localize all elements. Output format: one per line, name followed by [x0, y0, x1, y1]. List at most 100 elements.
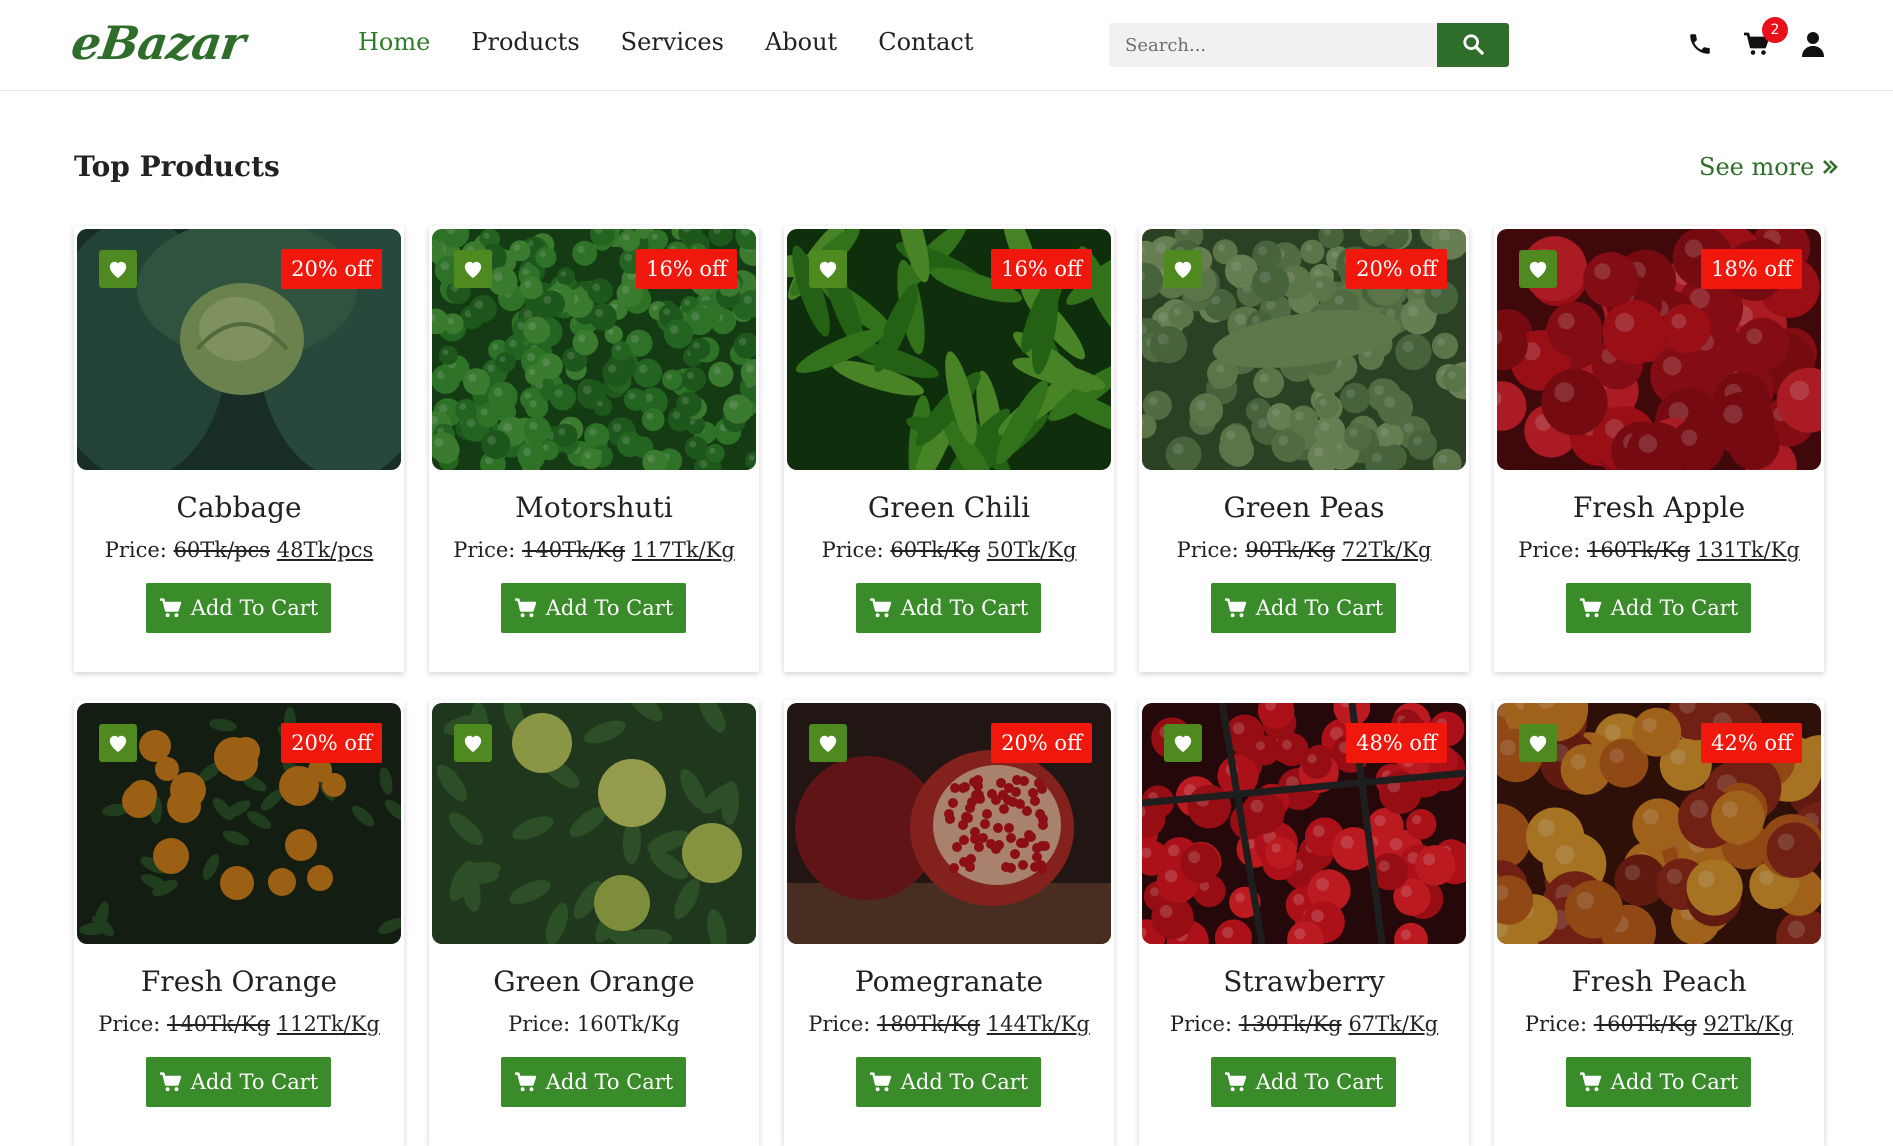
heart-icon: [107, 259, 129, 279]
price-label: Price:: [104, 538, 167, 562]
product-card[interactable]: 20% off Cabbage Price: 60Tk/pcs 48Tk/pcs…: [74, 226, 404, 672]
add-to-cart-label: Add To Cart: [190, 596, 319, 620]
product-image[interactable]: 48% off: [1142, 703, 1466, 944]
nav-about[interactable]: About: [765, 28, 837, 56]
add-to-cart-label: Add To Cart: [1610, 596, 1739, 620]
old-price: 90Tk/Kg: [1245, 538, 1336, 562]
search-button[interactable]: [1437, 23, 1509, 67]
wishlist-button[interactable]: [99, 250, 137, 288]
product-image[interactable]: 20% off: [77, 703, 401, 944]
product-price: Price: 140Tk/Kg 117Tk/Kg: [429, 538, 759, 562]
old-price: 140Tk/Kg: [167, 1012, 271, 1036]
wishlist-button[interactable]: [809, 250, 847, 288]
wishlist-button[interactable]: [1519, 250, 1557, 288]
product-image[interactable]: 20% off: [77, 229, 401, 470]
product-image[interactable]: 18% off: [1497, 229, 1821, 470]
product-name: Cabbage: [176, 491, 302, 524]
nav-products[interactable]: Products: [471, 28, 579, 56]
heart-icon: [1527, 733, 1549, 753]
section-title: Top Products: [74, 150, 280, 183]
search-icon: [1462, 33, 1484, 58]
cart-icon: [159, 1071, 183, 1093]
new-price: 117Tk/Kg: [631, 538, 735, 562]
wishlist-button[interactable]: [1519, 724, 1557, 762]
discount-badge: 20% off: [281, 723, 382, 763]
product-price: Price: 60Tk/pcs 48Tk/pcs: [74, 538, 404, 562]
new-price: 92Tk/Kg: [1703, 1012, 1794, 1036]
add-to-cart-button[interactable]: Add To Cart: [856, 583, 1041, 633]
product-image[interactable]: 20% off: [787, 703, 1111, 944]
cart-icon: [514, 1071, 538, 1093]
add-to-cart-button[interactable]: Add To Cart: [501, 583, 686, 633]
new-price: 48Tk/pcs: [276, 538, 374, 562]
new-price: 144Tk/Kg: [986, 1012, 1090, 1036]
price-label: Price:: [98, 1012, 161, 1036]
add-to-cart-button[interactable]: Add To Cart: [501, 1057, 686, 1107]
product-price: Price: 130Tk/Kg 67Tk/Kg: [1139, 1012, 1469, 1036]
add-to-cart-label: Add To Cart: [1255, 1070, 1384, 1094]
new-price: 112Tk/Kg: [276, 1012, 380, 1036]
wishlist-button[interactable]: [454, 724, 492, 762]
product-card[interactable]: 20% off Green Peas Price: 90Tk/Kg 72Tk/K…: [1139, 226, 1469, 672]
phone-icon[interactable]: [1686, 30, 1714, 58]
add-to-cart-button[interactable]: Add To Cart: [856, 1057, 1041, 1107]
product-image[interactable]: 20% off: [1142, 229, 1466, 470]
product-card[interactable]: 18% off Fresh Apple Price: 160Tk/Kg 131T…: [1494, 226, 1824, 672]
add-to-cart-button[interactable]: Add To Cart: [146, 1057, 331, 1107]
see-more-link[interactable]: See more: [1699, 153, 1839, 181]
nav-contact[interactable]: Contact: [878, 28, 973, 56]
price: 160Tk/Kg: [576, 1012, 680, 1036]
product-name: Fresh Apple: [1572, 491, 1746, 524]
new-price: 67Tk/Kg: [1348, 1012, 1439, 1036]
old-price: 160Tk/Kg: [1593, 1012, 1697, 1036]
product-card[interactable]: 16% off Green Chili Price: 60Tk/Kg 50Tk/…: [784, 226, 1114, 672]
add-to-cart-button[interactable]: Add To Cart: [1566, 583, 1751, 633]
product-card[interactable]: 16% off Motorshuti Price: 140Tk/Kg 117Tk…: [429, 226, 759, 672]
heart-icon: [817, 259, 839, 279]
nav-home[interactable]: Home: [358, 28, 430, 56]
add-to-cart-label: Add To Cart: [900, 1070, 1029, 1094]
product-name: Green Peas: [1223, 491, 1385, 524]
wishlist-button[interactable]: [809, 724, 847, 762]
product-card[interactable]: 20% off Fresh Orange Price: 140Tk/Kg 112…: [74, 700, 404, 1146]
add-to-cart-button[interactable]: Add To Cart: [1566, 1057, 1751, 1107]
add-to-cart-button[interactable]: Add To Cart: [1211, 583, 1396, 633]
product-name: Pomegranate: [854, 965, 1044, 998]
product-price: Price: 160Tk/Kg 131Tk/Kg: [1494, 538, 1824, 562]
wishlist-button[interactable]: [99, 724, 137, 762]
price-label: Price:: [1176, 538, 1239, 562]
discount-badge: 42% off: [1701, 723, 1802, 763]
discount-badge: 20% off: [1346, 249, 1447, 289]
product-image[interactable]: 16% off: [432, 229, 756, 470]
old-price: 60Tk/Kg: [890, 538, 981, 562]
new-price: 131Tk/Kg: [1696, 538, 1800, 562]
cart-count-badge: 2: [1762, 17, 1788, 43]
brand-logo[interactable]: eBazar: [68, 16, 248, 70]
search-bar: [1109, 23, 1509, 67]
wishlist-button[interactable]: [454, 250, 492, 288]
product-image[interactable]: 42% off: [1497, 703, 1821, 944]
nav-services[interactable]: Services: [621, 28, 724, 56]
wishlist-button[interactable]: [1164, 250, 1202, 288]
cart-icon: [869, 1071, 893, 1093]
old-price: 60Tk/pcs: [173, 538, 271, 562]
product-card[interactable]: 48% off Strawberry Price: 130Tk/Kg 67Tk/…: [1139, 700, 1469, 1146]
product-image[interactable]: 16% off: [787, 229, 1111, 470]
product-card[interactable]: Green Orange Price: 160Tk/Kg Add To Cart: [429, 700, 759, 1146]
user-icon[interactable]: [1799, 30, 1827, 58]
product-card[interactable]: 42% off Fresh Peach Price: 160Tk/Kg 92Tk…: [1494, 700, 1824, 1146]
price-label: Price:: [1169, 1012, 1233, 1036]
add-to-cart-button[interactable]: Add To Cart: [146, 583, 331, 633]
add-to-cart-button[interactable]: Add To Cart: [1211, 1057, 1396, 1107]
add-to-cart-label: Add To Cart: [190, 1070, 319, 1094]
search-input[interactable]: [1109, 23, 1437, 67]
new-price: 72Tk/Kg: [1341, 538, 1432, 562]
cart-icon: [159, 597, 183, 619]
double-chevron-right-icon: [1822, 153, 1839, 181]
discount-badge: 20% off: [281, 249, 382, 289]
wishlist-button[interactable]: [1164, 724, 1202, 762]
product-card[interactable]: 20% off Pomegranate Price: 180Tk/Kg 144T…: [784, 700, 1114, 1146]
cart-icon: [514, 597, 538, 619]
product-image[interactable]: [432, 703, 756, 944]
discount-badge: 20% off: [991, 723, 1092, 763]
